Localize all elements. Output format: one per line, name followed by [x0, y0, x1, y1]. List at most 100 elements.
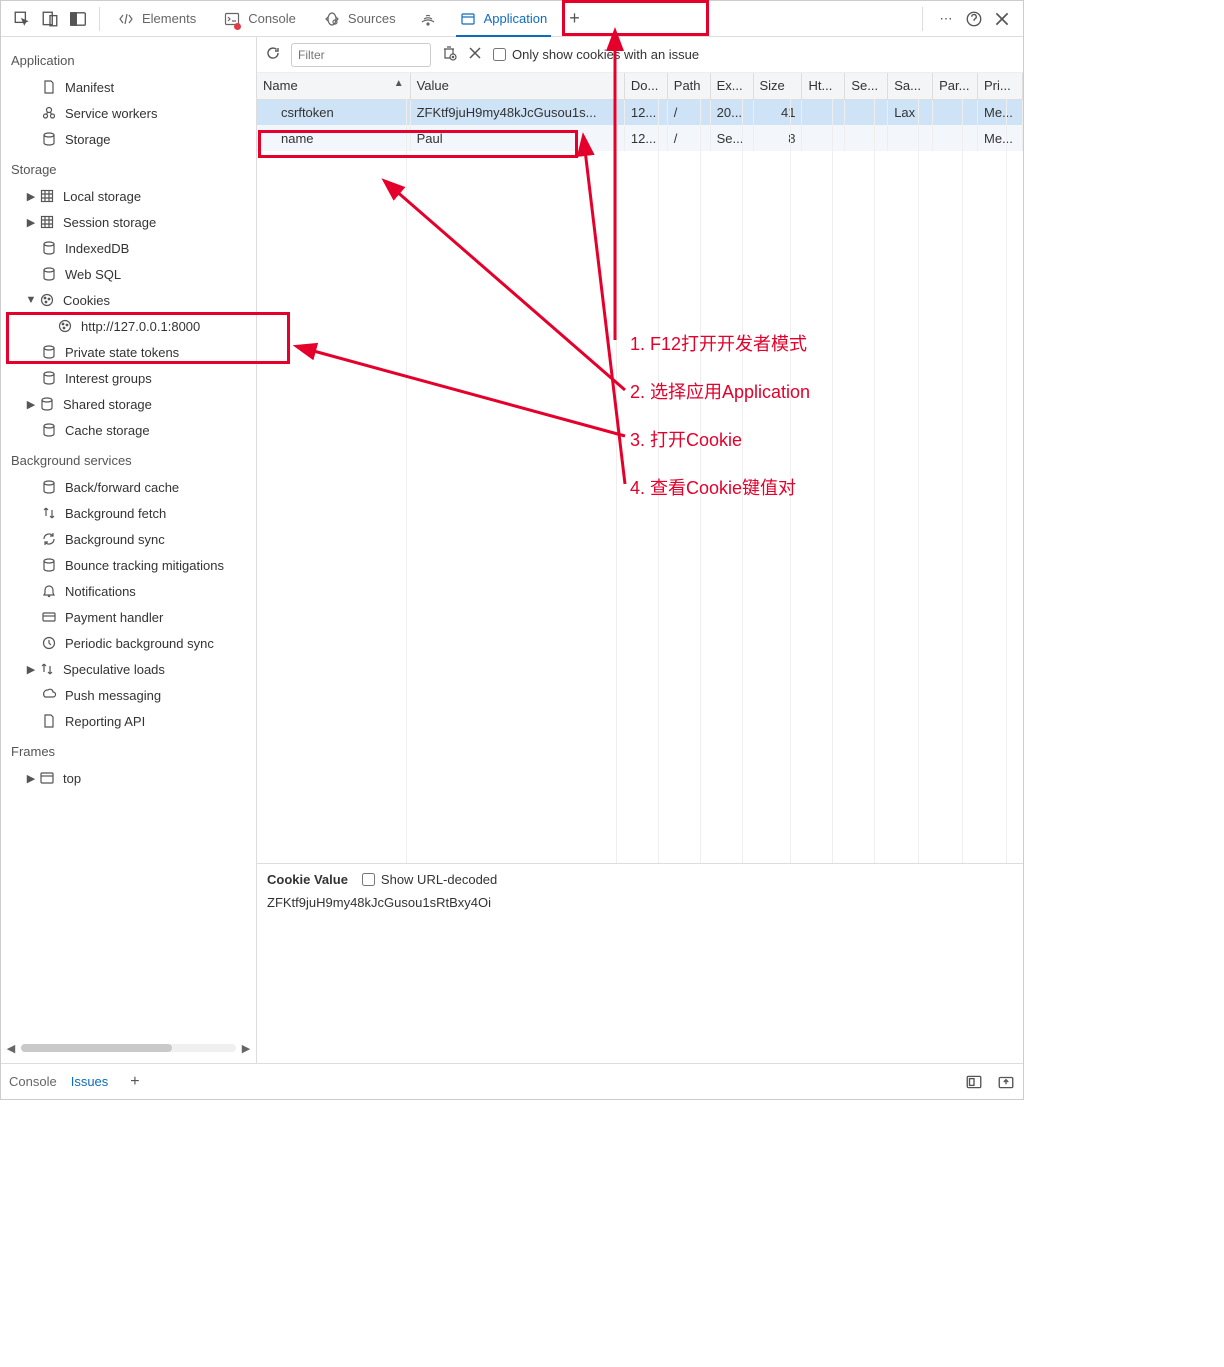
sidebar-item-push-messaging[interactable]: Push messaging: [1, 682, 256, 708]
filter-input[interactable]: [291, 43, 431, 67]
column-header[interactable]: Pri...: [978, 73, 1023, 99]
scroll-left-icon[interactable]: ◀: [5, 1042, 17, 1055]
sidebar-item-cookie-origin[interactable]: http://127.0.0.1:8000: [1, 313, 256, 339]
sidebar-item-periodic-bg-sync[interactable]: Periodic background sync: [1, 630, 256, 656]
tabbar-right-icons: ⋯: [910, 7, 1019, 31]
more-menu-icon[interactable]: ⋯: [937, 10, 955, 28]
sidebar-item-speculative-loads[interactable]: ▶Speculative loads: [1, 656, 256, 682]
cookie-value-text: ZFKtf9juH9my48kJcGusou1sRtBxy4Oi: [267, 895, 1013, 910]
table-cell: [933, 99, 978, 125]
table-row[interactable]: csrftokenZFKtf9juH9my48kJcGusou1s...12..…: [257, 99, 1023, 125]
table-cell: 41: [753, 99, 802, 125]
sidebar-item-bf-cache[interactable]: Back/forward cache: [1, 474, 256, 500]
tab-elements[interactable]: Elements: [104, 1, 210, 37]
table-cell: [845, 99, 888, 125]
section-storage-title: Storage: [1, 152, 256, 183]
top-tabbar: Elements Console Sources Application + ⋯: [1, 1, 1023, 37]
sidebar-item-session-storage[interactable]: ▶Session storage: [1, 209, 256, 235]
column-header[interactable]: Name▲: [257, 73, 410, 99]
scrollbar-track[interactable]: [21, 1044, 236, 1052]
column-header[interactable]: Se...: [845, 73, 888, 99]
column-header[interactable]: Ex...: [710, 73, 753, 99]
help-icon[interactable]: [965, 10, 983, 28]
column-header[interactable]: Value: [410, 73, 624, 99]
sidebar-item-label: Payment handler: [65, 610, 163, 625]
only-issues-label: Only show cookies with an issue: [512, 47, 699, 62]
column-header[interactable]: Size: [753, 73, 802, 99]
sidebar-item-label: Service workers: [65, 106, 157, 121]
drawer-tabbar: Console Issues +: [1, 1063, 1023, 1099]
tab-sources[interactable]: Sources: [310, 1, 410, 37]
column-header[interactable]: Path: [667, 73, 710, 99]
tab-application[interactable]: Application: [446, 1, 562, 37]
chevron-right-icon: ▶: [25, 216, 37, 229]
table-cell: Me...: [978, 125, 1023, 151]
sidebar-item-label: IndexedDB: [65, 241, 129, 256]
sidebar-item-interest-groups[interactable]: Interest groups: [1, 365, 256, 391]
sidebar-item-label: Local storage: [63, 189, 141, 204]
dock-side-icon[interactable]: [69, 10, 87, 28]
sidebar-horizontal-scrollbar[interactable]: ◀ ▶: [1, 1039, 256, 1057]
sidebar-item-label: Shared storage: [63, 397, 152, 412]
column-header[interactable]: Ht...: [802, 73, 845, 99]
table-cell: [845, 125, 888, 151]
table-cell: Se...: [710, 125, 753, 151]
sidebar-item-service-workers[interactable]: Service workers: [1, 100, 256, 126]
column-header[interactable]: Do...: [624, 73, 667, 99]
table-cell: Paul: [410, 125, 624, 151]
annotation-step2: 2. 选择应用Application: [630, 378, 810, 404]
tab-network-throttle[interactable]: [410, 1, 446, 37]
tab-label: Application: [484, 11, 548, 26]
sidebar-item-label: Periodic background sync: [65, 636, 214, 651]
tab-console[interactable]: Console: [210, 1, 310, 37]
sidebar-item-frame-top[interactable]: ▶top: [1, 765, 256, 791]
sidebar-item-bg-fetch[interactable]: Background fetch: [1, 500, 256, 526]
show-url-decoded-checkbox[interactable]: Show URL-decoded: [362, 872, 497, 887]
sidebar-item-manifest[interactable]: Manifest: [1, 74, 256, 100]
devtools-window: Elements Console Sources Application + ⋯: [0, 0, 1024, 1100]
sidebar-item-label: Reporting API: [65, 714, 145, 729]
clear-all-icon[interactable]: [467, 45, 483, 64]
tab-label: Elements: [142, 11, 196, 26]
sidebar-item-label: Manifest: [65, 80, 114, 95]
drawer-expand-icon[interactable]: [997, 1073, 1015, 1091]
sidebar-item-label: Storage: [65, 132, 111, 147]
chevron-right-icon: ▶: [25, 190, 37, 203]
add-tab-button[interactable]: +: [561, 8, 588, 29]
sidebar-item-notifications[interactable]: Notifications: [1, 578, 256, 604]
scroll-right-icon[interactable]: ▶: [240, 1042, 252, 1055]
sidebar-item-cache-storage[interactable]: Cache storage: [1, 417, 256, 443]
drawer-computed-pane-icon[interactable]: [965, 1073, 983, 1091]
sidebar-item-reporting-api[interactable]: Reporting API: [1, 708, 256, 734]
sidebar-item-storage[interactable]: Storage: [1, 126, 256, 152]
drawer-tab-issues[interactable]: Issues: [71, 1074, 109, 1089]
sidebar-item-private-state-tokens[interactable]: Private state tokens: [1, 339, 256, 365]
inspect-element-icon[interactable]: [13, 10, 31, 28]
column-header[interactable]: Par...: [933, 73, 978, 99]
only-issues-checkbox-input[interactable]: [493, 48, 506, 61]
sidebar-item-label: Web SQL: [65, 267, 121, 282]
show-url-decoded-checkbox-input[interactable]: [362, 873, 375, 886]
column-header[interactable]: Sa...: [888, 73, 933, 99]
section-application-title: Application: [1, 43, 256, 74]
refresh-icon[interactable]: [265, 45, 281, 64]
drawer-tab-console[interactable]: Console: [9, 1074, 57, 1089]
sidebar-item-cookies[interactable]: ▼Cookies: [1, 287, 256, 313]
sidebar-item-indexeddb[interactable]: IndexedDB: [1, 235, 256, 261]
close-devtools-icon[interactable]: [993, 10, 1011, 28]
sidebar-item-websql[interactable]: Web SQL: [1, 261, 256, 287]
sidebar-item-shared-storage[interactable]: ▶Shared storage: [1, 391, 256, 417]
sidebar-item-bounce-tracking[interactable]: Bounce tracking mitigations: [1, 552, 256, 578]
table-row[interactable]: namePaul12.../Se...8Me...: [257, 125, 1023, 151]
scrollbar-thumb[interactable]: [21, 1044, 172, 1052]
sidebar-item-label: Notifications: [65, 584, 136, 599]
cookies-panel: Only show cookies with an issue Name▲Val…: [257, 37, 1023, 1063]
sidebar-item-label: Speculative loads: [63, 662, 165, 677]
sidebar-item-bg-sync[interactable]: Background sync: [1, 526, 256, 552]
drawer-add-tab-button[interactable]: +: [122, 1073, 147, 1091]
only-issues-checkbox[interactable]: Only show cookies with an issue: [493, 47, 699, 62]
sidebar-item-local-storage[interactable]: ▶ Local storage: [1, 183, 256, 209]
sidebar-item-payment-handler[interactable]: Payment handler: [1, 604, 256, 630]
device-toolbar-icon[interactable]: [41, 10, 59, 28]
clear-filter-icon[interactable]: [441, 45, 457, 64]
